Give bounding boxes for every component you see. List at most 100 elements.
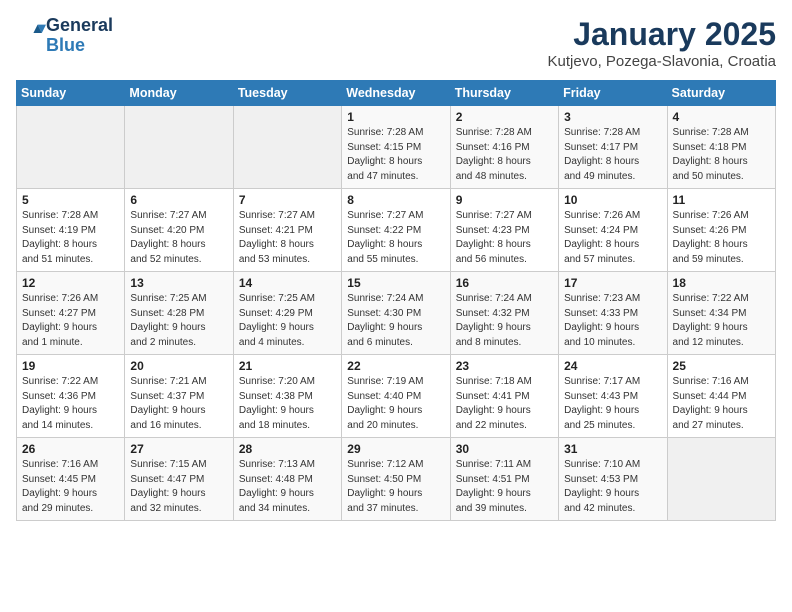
day-info: Sunrise: 7:20 AM Sunset: 4:38 PM Dayligh… <box>239 375 336 433</box>
day-info: Sunrise: 7:28 AM Sunset: 4:15 PM Dayligh… <box>347 126 444 184</box>
day-info: Sunrise: 7:28 AM Sunset: 4:18 PM Dayligh… <box>673 126 770 184</box>
logo-text-general: General <box>46 16 113 36</box>
day-cell: 5 Sunrise: 7:28 AM Sunset: 4:19 PM Daylig… <box>17 189 125 272</box>
weekday-header-friday: Friday <box>559 81 667 106</box>
day-cell: 30Sunrise: 7:11 AM Sunset: 4:51 PM Dayli… <box>450 438 558 521</box>
day-number: 18 <box>673 276 770 290</box>
day-info: Sunrise: 7:18 AM Sunset: 4:41 PM Dayligh… <box>456 375 553 433</box>
day-number: 11 <box>673 193 770 207</box>
day-info: Sunrise: 7:27 AM Sunset: 4:22 PM Dayligh… <box>347 209 444 267</box>
day-info: Sunrise: 7:10 AM Sunset: 4:53 PM Dayligh… <box>564 458 661 516</box>
day-number: 3 <box>564 110 661 124</box>
day-number: 5 <box>22 193 119 207</box>
day-number: 12 <box>22 276 119 290</box>
day-info: Sunrise: 7:25 AM Sunset: 4:28 PM Dayligh… <box>130 292 227 350</box>
day-info: Sunrise: 7:17 AM Sunset: 4:43 PM Dayligh… <box>564 375 661 433</box>
weekday-header-saturday: Saturday <box>667 81 775 106</box>
day-cell: 31 Sunrise: 7:10 AM Sunset: 4:53 PM Dayli… <box>559 438 667 521</box>
title-block: January 2025 Kutjevo, Pozega-Slavonia, C… <box>548 16 776 70</box>
day-number: 27 <box>130 442 227 456</box>
day-number: 13 <box>130 276 227 290</box>
day-info: Sunrise: 7:22 AM Sunset: 4:34 PM Dayligh… <box>673 292 770 350</box>
day-info: Sunrise: 7:15 AM Sunset: 4:47 PM Dayligh… <box>130 458 227 516</box>
day-info: Sunrise: 7:26 AM Sunset: 4:26 PM Dayligh… <box>673 209 770 267</box>
day-cell: 26 Sunrise: 7:16 AM Sunset: 4:45 PM Dayli… <box>17 438 125 521</box>
day-cell: 24 Sunrise: 7:17 AM Sunset: 4:43 PM Dayli… <box>559 355 667 438</box>
day-number: 26 <box>22 442 119 456</box>
day-number: 20 <box>130 359 227 373</box>
day-number: 10 <box>564 193 661 207</box>
day-cell <box>667 438 775 521</box>
day-cell: 23 Sunrise: 7:18 AM Sunset: 4:41 PM Dayli… <box>450 355 558 438</box>
month-title: January 2025 <box>548 16 776 53</box>
day-cell: 11 Sunrise: 7:26 AM Sunset: 4:26 PM Dayli… <box>667 189 775 272</box>
day-number: 1 <box>347 110 444 124</box>
day-number: 15 <box>347 276 444 290</box>
week-row-4: 19Sunrise: 7:22 AM Sunset: 4:36 PM Dayli… <box>17 355 776 438</box>
weekday-header-sunday: Sunday <box>17 81 125 106</box>
day-cell: 20 Sunrise: 7:21 AM Sunset: 4:37 PM Dayli… <box>125 355 233 438</box>
day-number: 17 <box>564 276 661 290</box>
day-cell: 27 Sunrise: 7:15 AM Sunset: 4:47 PM Dayli… <box>125 438 233 521</box>
day-info: Sunrise: 7:27 AM Sunset: 4:21 PM Dayligh… <box>239 209 336 267</box>
day-number: 24 <box>564 359 661 373</box>
day-info: Sunrise: 7:24 AM Sunset: 4:30 PM Dayligh… <box>347 292 444 350</box>
logo-icon <box>18 19 46 47</box>
day-cell: 3Sunrise: 7:28 AM Sunset: 4:17 PM Daylig… <box>559 106 667 189</box>
day-info: Sunrise: 7:27 AM Sunset: 4:20 PM Dayligh… <box>130 209 227 267</box>
page-container: General Blue January 2025 Kutjevo, Pozeg… <box>0 0 792 531</box>
day-number: 22 <box>347 359 444 373</box>
day-cell: 1 Sunrise: 7:28 AM Sunset: 4:15 PM Daylig… <box>342 106 450 189</box>
day-info: Sunrise: 7:11 AM Sunset: 4:51 PM Dayligh… <box>456 458 553 516</box>
day-number: 16 <box>456 276 553 290</box>
day-number: 25 <box>673 359 770 373</box>
week-row-5: 26 Sunrise: 7:16 AM Sunset: 4:45 PM Dayli… <box>17 438 776 521</box>
location-title: Kutjevo, Pozega-Slavonia, Croatia <box>548 53 776 70</box>
day-number: 9 <box>456 193 553 207</box>
header: General Blue January 2025 Kutjevo, Pozeg… <box>16 16 776 70</box>
day-info: Sunrise: 7:16 AM Sunset: 4:45 PM Dayligh… <box>22 458 119 516</box>
day-info: Sunrise: 7:12 AM Sunset: 4:50 PM Dayligh… <box>347 458 444 516</box>
day-info: Sunrise: 7:19 AM Sunset: 4:40 PM Dayligh… <box>347 375 444 433</box>
weekday-header-tuesday: Tuesday <box>233 81 341 106</box>
day-cell: 8 Sunrise: 7:27 AM Sunset: 4:22 PM Daylig… <box>342 189 450 272</box>
day-number: 31 <box>564 442 661 456</box>
day-cell: 4 Sunrise: 7:28 AM Sunset: 4:18 PM Daylig… <box>667 106 775 189</box>
logo-text-blue: Blue <box>46 36 113 56</box>
day-cell: 15 Sunrise: 7:24 AM Sunset: 4:30 PM Dayli… <box>342 272 450 355</box>
day-info: Sunrise: 7:28 AM Sunset: 4:16 PM Dayligh… <box>456 126 553 184</box>
day-cell: 9Sunrise: 7:27 AM Sunset: 4:23 PM Daylig… <box>450 189 558 272</box>
weekday-header-thursday: Thursday <box>450 81 558 106</box>
day-cell: 2 Sunrise: 7:28 AM Sunset: 4:16 PM Daylig… <box>450 106 558 189</box>
day-number: 2 <box>456 110 553 124</box>
day-cell: 6 Sunrise: 7:27 AM Sunset: 4:20 PM Daylig… <box>125 189 233 272</box>
day-info: Sunrise: 7:28 AM Sunset: 4:19 PM Dayligh… <box>22 209 119 267</box>
weekday-header-wednesday: Wednesday <box>342 81 450 106</box>
day-info: Sunrise: 7:21 AM Sunset: 4:37 PM Dayligh… <box>130 375 227 433</box>
day-cell: 16 Sunrise: 7:24 AM Sunset: 4:32 PM Dayli… <box>450 272 558 355</box>
day-cell: 7 Sunrise: 7:27 AM Sunset: 4:21 PM Daylig… <box>233 189 341 272</box>
day-number: 21 <box>239 359 336 373</box>
day-info: Sunrise: 7:22 AM Sunset: 4:36 PM Dayligh… <box>22 375 119 433</box>
day-cell: 22 Sunrise: 7:19 AM Sunset: 4:40 PM Dayli… <box>342 355 450 438</box>
calendar-table: SundayMondayTuesdayWednesdayThursdayFrid… <box>16 80 776 521</box>
day-number: 6 <box>130 193 227 207</box>
day-cell: 29Sunrise: 7:12 AM Sunset: 4:50 PM Dayli… <box>342 438 450 521</box>
day-info: Sunrise: 7:24 AM Sunset: 4:32 PM Dayligh… <box>456 292 553 350</box>
day-info: Sunrise: 7:26 AM Sunset: 4:24 PM Dayligh… <box>564 209 661 267</box>
day-cell: 19Sunrise: 7:22 AM Sunset: 4:36 PM Dayli… <box>17 355 125 438</box>
day-cell: 17Sunrise: 7:23 AM Sunset: 4:33 PM Dayli… <box>559 272 667 355</box>
day-info: Sunrise: 7:25 AM Sunset: 4:29 PM Dayligh… <box>239 292 336 350</box>
day-number: 23 <box>456 359 553 373</box>
day-cell: 13 Sunrise: 7:25 AM Sunset: 4:28 PM Dayli… <box>125 272 233 355</box>
day-cell <box>233 106 341 189</box>
day-info: Sunrise: 7:16 AM Sunset: 4:44 PM Dayligh… <box>673 375 770 433</box>
week-row-1: 1 Sunrise: 7:28 AM Sunset: 4:15 PM Daylig… <box>17 106 776 189</box>
week-row-2: 5 Sunrise: 7:28 AM Sunset: 4:19 PM Daylig… <box>17 189 776 272</box>
day-number: 28 <box>239 442 336 456</box>
day-number: 4 <box>673 110 770 124</box>
logo: General Blue <box>16 16 113 56</box>
day-number: 8 <box>347 193 444 207</box>
day-number: 7 <box>239 193 336 207</box>
day-cell: 21 Sunrise: 7:20 AM Sunset: 4:38 PM Dayli… <box>233 355 341 438</box>
